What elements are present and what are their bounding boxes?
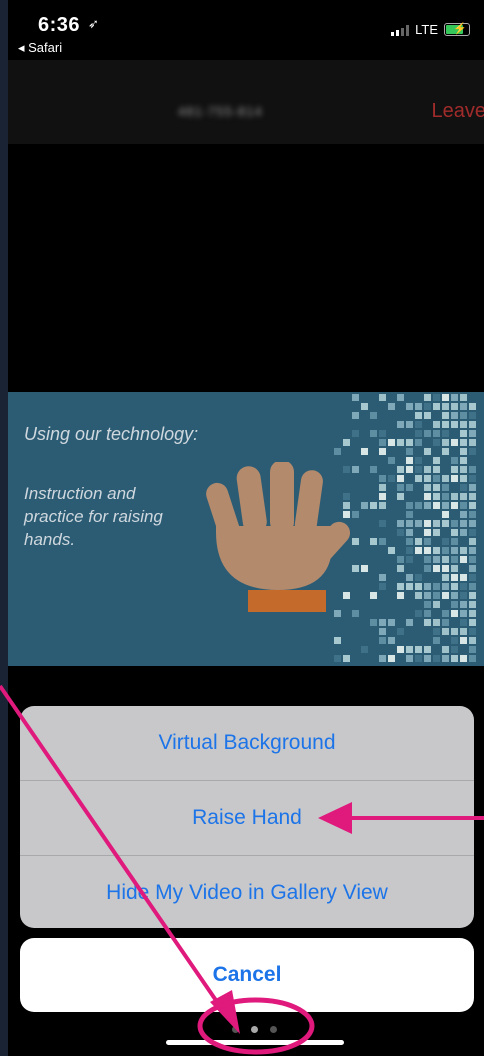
raise-hand-option[interactable]: Raise Hand xyxy=(20,781,474,856)
slide-title: Using our technology: xyxy=(24,424,199,444)
status-bar: 6:36 ➶ ◂ Safari LTE ⚡ xyxy=(8,0,484,60)
back-to-safari-link[interactable]: ◂ Safari xyxy=(18,40,62,56)
cancel-button[interactable]: Cancel xyxy=(20,938,474,1012)
network-type: LTE xyxy=(415,22,438,37)
location-arrow-icon: ➶ xyxy=(88,16,99,31)
page-indicator[interactable] xyxy=(232,1026,277,1033)
home-indicator xyxy=(166,1040,344,1045)
raised-hand-icon xyxy=(206,462,351,612)
phone-screen: 6:36 ➶ ◂ Safari LTE ⚡ 481-755-814 Leave … xyxy=(8,0,484,1056)
battery-icon: ⚡ xyxy=(444,23,470,36)
virtual-background-option[interactable]: Virtual Background xyxy=(20,706,474,781)
meeting-id: 481-755-814 xyxy=(178,104,263,119)
action-sheet: Virtual Background Raise Hand Hide My Vi… xyxy=(20,706,474,928)
page-dot-active xyxy=(251,1026,258,1033)
signal-icon xyxy=(391,24,410,36)
page-dot xyxy=(232,1026,239,1033)
page-dot xyxy=(270,1026,277,1033)
slide-body: Instruction and practice for raising han… xyxy=(24,484,163,549)
leave-button[interactable]: Leave xyxy=(432,100,484,123)
shared-slide: Using our technology: Instruction and pr… xyxy=(8,392,484,666)
meeting-header: 481-755-814 Leave xyxy=(8,60,484,144)
status-indicators: LTE ⚡ xyxy=(391,22,470,37)
status-time: 6:36 xyxy=(38,14,81,36)
hide-my-video-option[interactable]: Hide My Video in Gallery View xyxy=(20,856,474,928)
